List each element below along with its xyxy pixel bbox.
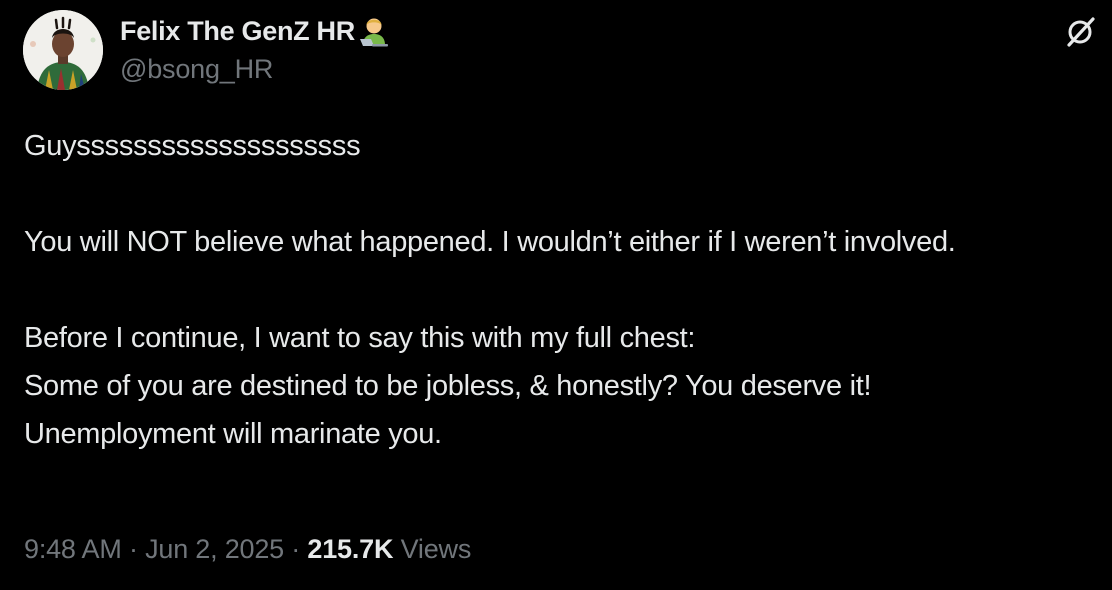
views-link[interactable]: 215.7K Views [307,534,471,564]
meta-separator: · [284,534,308,564]
post-paragraph [24,170,1084,218]
avatar[interactable] [23,10,103,90]
post-date[interactable]: Jun 2, 2025 [145,534,284,564]
user-handle[interactable]: @bsong_HR [120,54,391,85]
post-paragraph: Unemployment will marinate you. [24,418,442,450]
post-paragraph: Guyssssssssssssssssssss [24,130,361,162]
grok-icon[interactable] [1064,14,1098,48]
profile-photo [23,10,103,90]
technologist-emoji-icon [357,14,391,48]
display-name-row: Felix The GenZ HR [120,14,391,48]
post-paragraph: Some of you are destined to be jobless, … [24,370,872,402]
post-paragraph: Before I continue, I want to say this wi… [24,322,696,354]
display-name[interactable]: Felix The GenZ HR [120,16,355,47]
author-block: Felix The GenZ HR @bsong_HR [120,14,391,85]
views-count: 215.7K [307,534,394,564]
post-text: Guyssssssssssssssssssss You will NOT bel… [24,122,1084,458]
post-paragraph: You will NOT believe what happened. I wo… [24,226,956,258]
meta-separator: · [121,534,146,564]
post-time[interactable]: 9:48 AM [24,534,122,564]
post-paragraph [24,266,1084,314]
views-label: Views [393,534,472,564]
tweet: Felix The GenZ HR @bsong_HR Guysssssssss… [0,0,1112,590]
post-metadata: 9:48 AM · Jun 2, 2025 · 215.7K Views [24,534,471,565]
